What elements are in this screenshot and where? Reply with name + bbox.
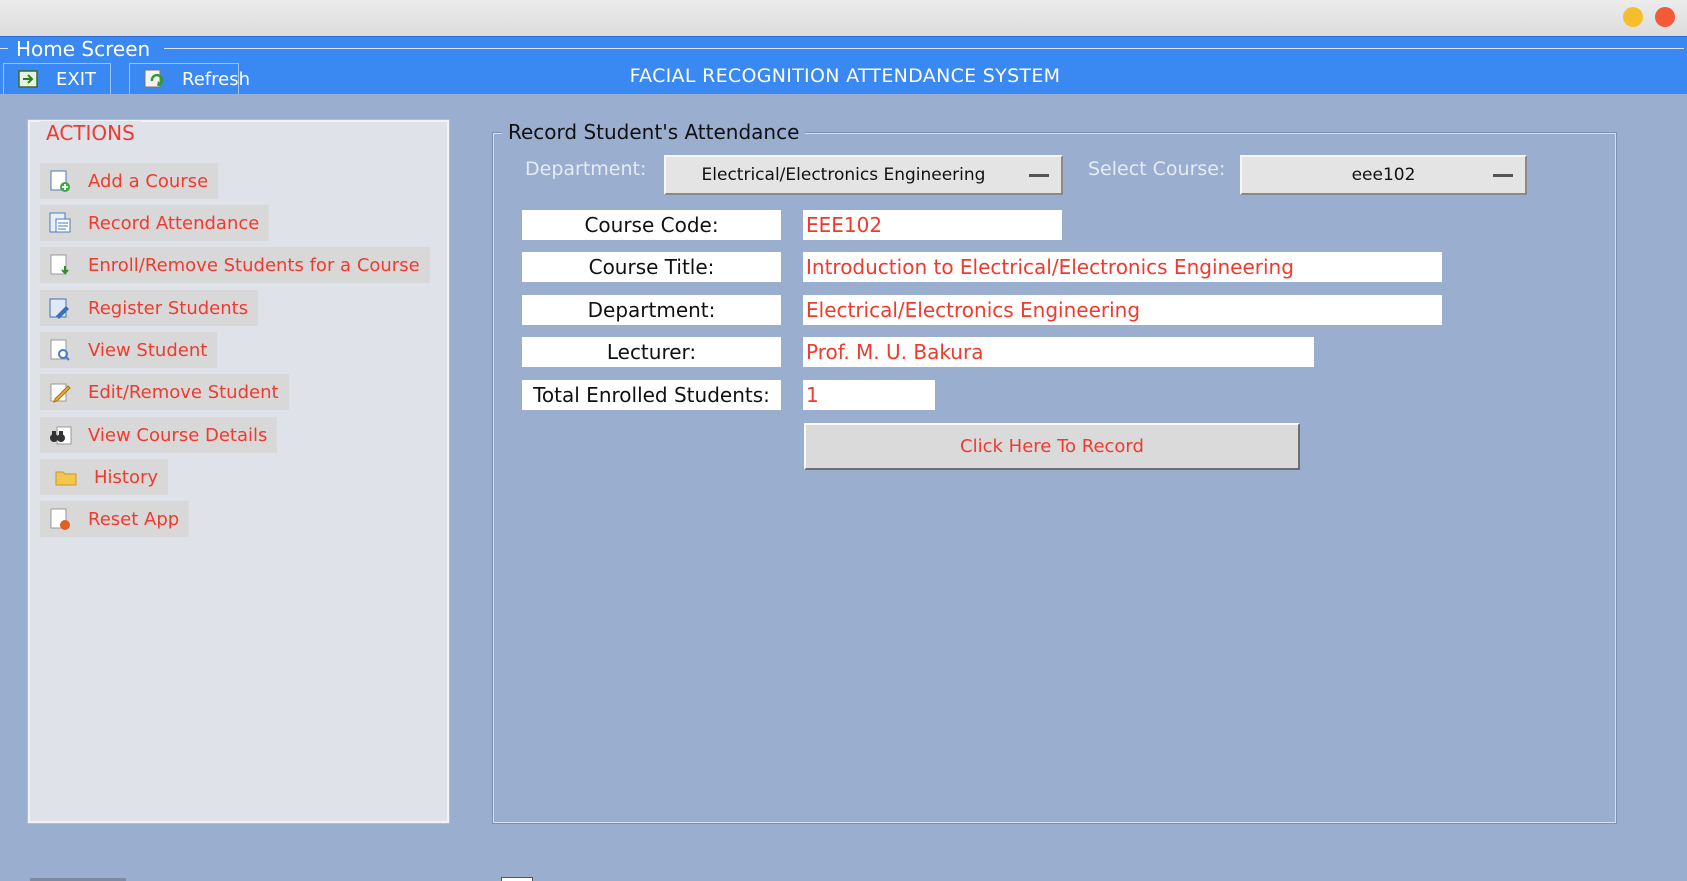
action-label: View Course Details: [88, 424, 268, 446]
refresh-icon: [144, 69, 166, 89]
exit-button[interactable]: EXIT: [3, 63, 111, 95]
action-label: Edit/Remove Student: [88, 381, 279, 403]
course-select-label: Select Course:: [1088, 158, 1226, 180]
close-button[interactable]: [1655, 7, 1675, 27]
folder-icon: [54, 465, 78, 489]
course-code-label: Course Code:: [522, 210, 781, 240]
refresh-button[interactable]: Refresh: [129, 63, 250, 95]
register-icon: [48, 296, 72, 320]
course-title-value: Introduction to Electrical/Electronics E…: [803, 252, 1442, 282]
refresh-label: Refresh: [182, 68, 250, 90]
minimize-button[interactable]: [1623, 7, 1643, 27]
exit-label: EXIT: [56, 68, 97, 90]
record-attendance-icon: [48, 211, 72, 235]
total-enrolled-value: 1: [803, 380, 935, 410]
lecturer-value: Prof. M. U. Bakura: [803, 337, 1314, 367]
dropdown-arrow-icon: [1493, 174, 1513, 177]
home-frame-line: [164, 48, 1684, 49]
action-view-course-details[interactable]: View Course Details: [40, 417, 278, 453]
total-enrolled-label: Total Enrolled Students:: [522, 380, 781, 410]
action-label: Record Attendance: [88, 212, 260, 234]
action-label: View Student: [88, 339, 208, 361]
department-select-value: Electrical/Electronics Engineering: [701, 165, 986, 185]
app-title: FACIAL RECOGNITION ATTENDANCE SYSTEM: [629, 65, 1061, 87]
action-history[interactable]: History: [40, 459, 169, 495]
course-select-value: eee102: [1351, 165, 1416, 185]
actions-legend: ACTIONS: [40, 121, 141, 145]
department-select[interactable]: Electrical/Electronics Engineering: [664, 155, 1063, 195]
course-select[interactable]: eee102: [1240, 155, 1527, 195]
course-title-label: Course Title:: [522, 252, 781, 282]
action-edit-remove-student[interactable]: Edit/Remove Student: [40, 374, 289, 410]
add-course-icon: [48, 169, 72, 193]
department-select-label: Department:: [525, 158, 647, 180]
view-student-icon: [48, 338, 72, 362]
home-screen-title: Home Screen: [16, 37, 151, 61]
action-label: Add a Course: [88, 170, 209, 192]
enroll-icon: [48, 253, 72, 277]
action-label: Enroll/Remove Students for a Course: [88, 254, 420, 276]
reset-icon: [48, 507, 72, 531]
action-record-attendance[interactable]: Record Attendance: [40, 205, 270, 241]
exit-icon: [18, 69, 40, 89]
action-label: History: [94, 466, 159, 488]
course-code-value: EEE102: [803, 210, 1062, 240]
window-titlebar: [0, 0, 1687, 36]
action-add-course[interactable]: Add a Course: [40, 163, 219, 199]
action-reset-app[interactable]: Reset App: [40, 501, 190, 537]
action-label: Reset App: [88, 508, 180, 530]
department-value: Electrical/Electronics Engineering: [803, 295, 1442, 325]
click-to-record-button[interactable]: Click Here To Record: [804, 423, 1300, 470]
dropdown-arrow-icon: [1029, 174, 1049, 177]
action-view-student[interactable]: View Student: [40, 332, 218, 368]
action-label: Register Students: [88, 297, 249, 319]
bottom-tab-marker: [501, 877, 533, 881]
binoculars-icon: [48, 423, 72, 447]
home-frame-line: [0, 48, 8, 49]
edit-icon: [48, 380, 72, 404]
action-register-students[interactable]: Register Students: [40, 290, 259, 326]
lecturer-label: Lecturer:: [522, 337, 781, 367]
record-panel-legend: Record Student's Attendance: [502, 120, 806, 144]
department-label: Department:: [522, 295, 781, 325]
action-enroll-remove[interactable]: Enroll/Remove Students for a Course: [40, 247, 430, 283]
